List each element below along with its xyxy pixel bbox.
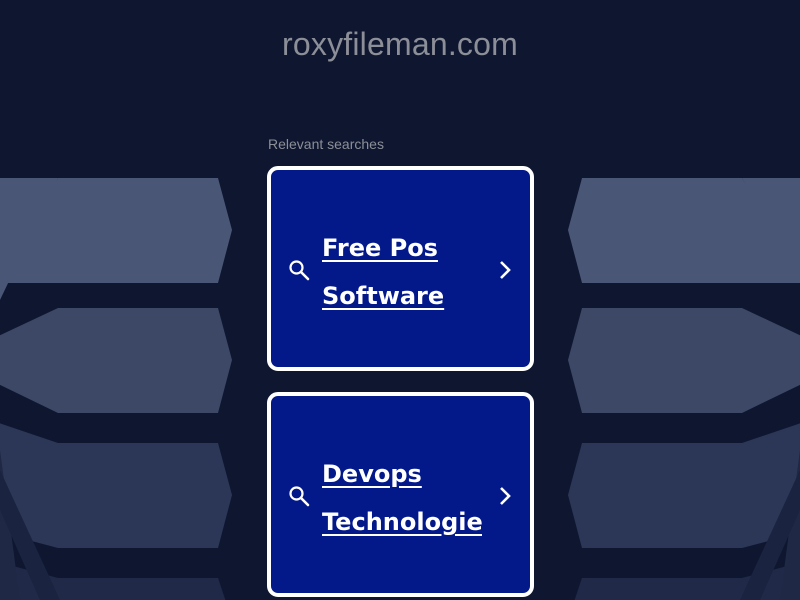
domain-title: roxyfileman.com: [282, 26, 518, 62]
search-icon: [289, 260, 310, 281]
search-result-link[interactable]: Free Pos Software: [322, 224, 482, 320]
search-result-card-devops-technologies[interactable]: Devops Technologies: [267, 392, 534, 597]
search-result-link[interactable]: Devops Technologies: [322, 450, 482, 546]
chevron-right-icon: [500, 487, 511, 505]
chevron-right-icon: [500, 261, 511, 279]
parked-domain-page: roxyfileman.com Relevant searches Free P…: [0, 0, 800, 600]
relevant-searches-label: Relevant searches: [268, 136, 384, 152]
search-result-line2: Technologies: [322, 508, 482, 536]
search-result-line1: Free Pos: [322, 234, 438, 262]
search-result-line1: Devops: [322, 460, 422, 488]
search-icon: [289, 486, 310, 507]
search-result-card-free-pos-software[interactable]: Free Pos Software: [267, 166, 534, 371]
search-result-line2: Software: [322, 282, 445, 310]
